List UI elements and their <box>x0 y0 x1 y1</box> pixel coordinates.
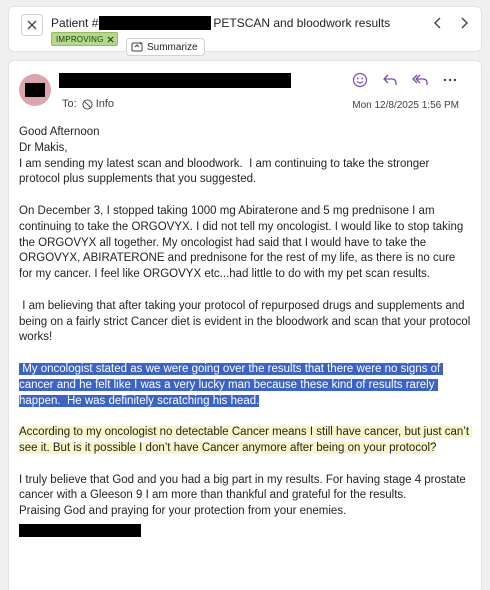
chevron-right-icon <box>461 17 468 29</box>
paragraph-2: On December 3, I stopped taking 1000 mg … <box>19 204 467 281</box>
to-label: To: <box>62 98 77 110</box>
message-body[interactable]: Good Afternoon Dr Makis, I am sending my… <box>19 125 474 537</box>
summarize-button[interactable]: Summarize <box>126 38 205 56</box>
salutation-line: Dr Makis, <box>19 141 68 154</box>
reply-button[interactable] <box>381 71 399 89</box>
redacted-patient-id <box>99 16 212 30</box>
more-actions-button[interactable] <box>441 71 459 89</box>
paragraph-3: I am believing that after taking your pr… <box>19 299 474 344</box>
highlighted-text: According to my oncologist no detectable… <box>19 426 473 454</box>
subject-title: PETSCAN and bloodwork results <box>213 16 391 30</box>
paragraph-4-selected: My oncologist stated as we were going ov… <box>19 362 471 409</box>
paragraph-6: I truly believe that God and you had a b… <box>19 473 470 502</box>
recipient-info[interactable]: Info <box>82 98 114 110</box>
remove-category-icon[interactable] <box>107 36 114 43</box>
paragraph-5-highlighted: According to my oncologist no detectable… <box>19 425 473 457</box>
react-button[interactable] <box>351 71 369 89</box>
message-card: To: Info Mon 12/8/2025 1:56 PM Good Afte… <box>8 60 482 590</box>
redacted-sender-name[interactable] <box>59 73 291 88</box>
smiley-icon <box>352 72 368 88</box>
info-label: Info <box>95 98 115 110</box>
close-button[interactable] <box>21 14 43 36</box>
recipient-row: To: Info <box>62 98 114 110</box>
reply-all-icon <box>412 74 428 85</box>
message-actions <box>351 71 459 89</box>
redacted-signature <box>19 523 141 537</box>
redacted-initials <box>25 83 45 97</box>
avatar[interactable] <box>19 74 51 106</box>
subject-prefix: Patient # <box>51 16 99 30</box>
paragraph-7: Praising God and praying for your protec… <box>19 505 347 518</box>
info-icon <box>82 98 93 110</box>
reply-all-button[interactable] <box>411 71 429 89</box>
more-icon <box>443 78 457 82</box>
reply-icon <box>383 74 397 85</box>
selected-text[interactable]: My oncologist stated as we were going ov… <box>19 362 444 407</box>
close-icon <box>27 20 37 30</box>
subject-line: Patient # PETSCAN and bloodwork results <box>51 16 390 30</box>
previous-message-button[interactable] <box>429 14 447 32</box>
next-message-button[interactable] <box>455 14 473 32</box>
sparkle-icon <box>131 41 143 52</box>
chevron-left-icon <box>434 17 441 29</box>
category-label: IMPROVING <box>56 34 104 44</box>
message-header: Patient # PETSCAN and bloodwork results … <box>8 6 482 56</box>
paragraph-1: I am sending my latest scan and bloodwor… <box>19 157 433 186</box>
summarize-label: Summarize <box>147 41 198 53</box>
greeting-line: Good Afternoon <box>19 126 100 138</box>
message-date: Mon 12/8/2025 1:56 PM <box>352 100 459 111</box>
category-badge[interactable]: IMPROVING <box>51 32 118 46</box>
